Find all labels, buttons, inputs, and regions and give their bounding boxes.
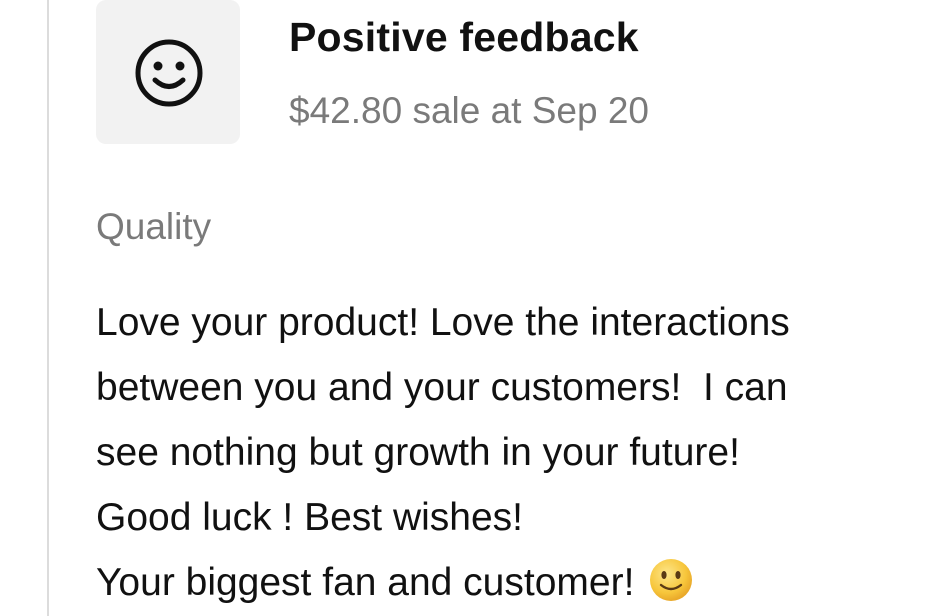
feedback-message: Love your product! Love the interactions… [96, 290, 896, 615]
sale-info: $42.80 sale at Sep 20 [289, 90, 650, 131]
smiley-face-icon [135, 39, 203, 107]
message-line: Your biggest fan and customer! [96, 561, 635, 604]
left-divider [47, 0, 49, 616]
message-last-line: Your biggest fan and customer! [96, 550, 896, 615]
message-line: Love your product! Love the interactions [96, 301, 790, 344]
slightly-smiling-face-emoji-icon [650, 559, 693, 601]
message-line: between you and your customers! I can [96, 366, 788, 409]
feedback-icon-tile [96, 0, 240, 144]
message-line: see nothing but growth in your future! [96, 431, 740, 474]
message-line: Good luck ! Best wishes! [96, 496, 524, 539]
feedback-title: Positive feedback [289, 14, 639, 60]
feedback-category: Quality [96, 206, 212, 247]
